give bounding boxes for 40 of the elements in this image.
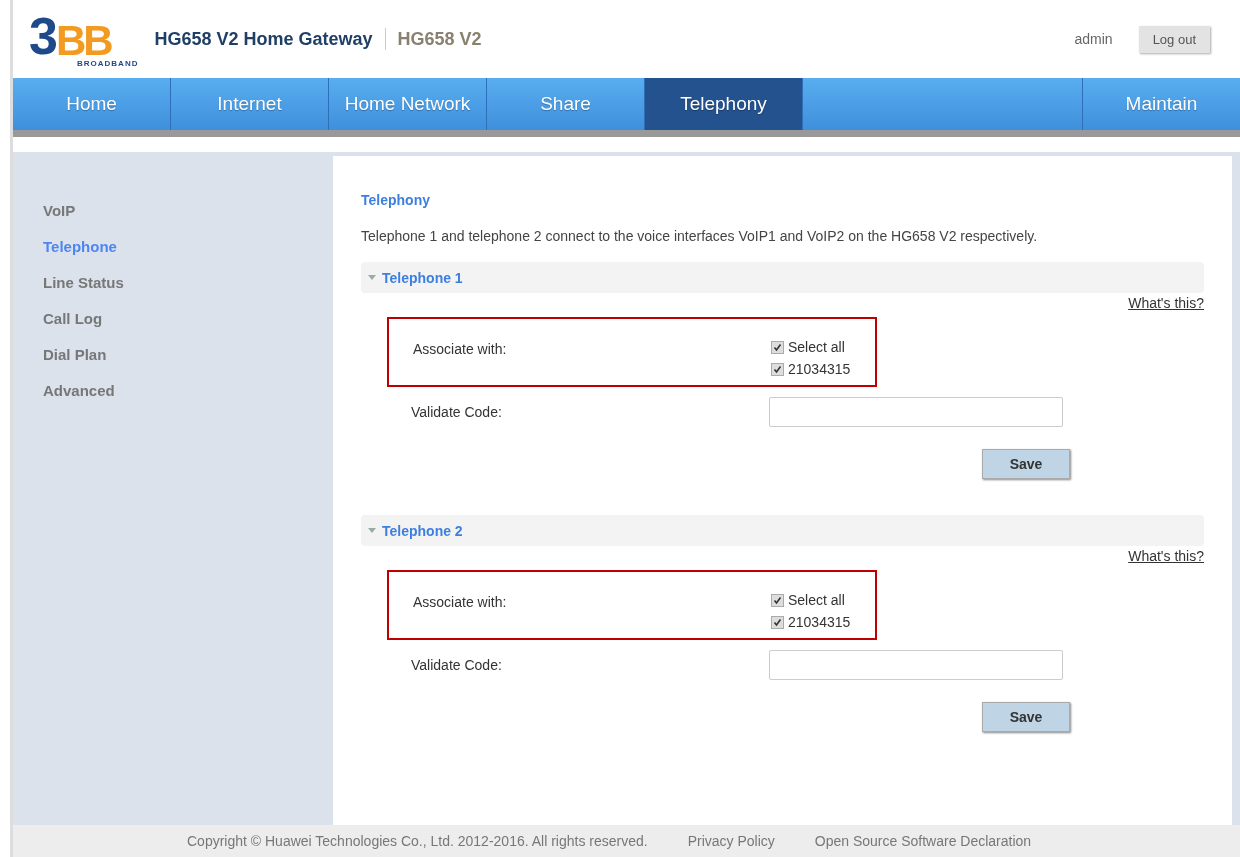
logout-button[interactable]: Log out (1138, 25, 1210, 53)
help-link[interactable]: What's this? (1128, 295, 1204, 311)
sidebar-item[interactable]: VoIP (43, 202, 76, 219)
field-label: Validate Code: (411, 404, 503, 420)
checkbox-label: 21034315 (788, 361, 851, 377)
checkbox[interactable] (771, 340, 784, 354)
footer-link[interactable]: Open Source Software Declaration (814, 833, 1032, 849)
section-header[interactable]: Telephone 1 (361, 262, 1204, 293)
page-heading: Telephony (361, 192, 431, 208)
sidebar-item[interactable]: Advanced (43, 382, 115, 399)
footer-link[interactable]: Privacy Policy (687, 833, 775, 849)
help-link[interactable]: What's this? (1128, 548, 1204, 564)
sidebar-item[interactable]: Line Status (43, 274, 124, 291)
section-header[interactable]: Telephone 2 (361, 515, 1204, 546)
save-button[interactable]: Save (982, 702, 1070, 732)
field-label: Associate with: (413, 593, 508, 612)
save-button[interactable]: Save (982, 449, 1070, 479)
validate-code-field[interactable] (769, 397, 1063, 427)
checkbox[interactable] (771, 615, 784, 629)
nav-tab[interactable]: Maintain (1082, 78, 1240, 130)
checkbox-label: 21034315 (788, 614, 851, 630)
validate-code-field[interactable] (769, 650, 1063, 680)
nav-tab[interactable]: Home (13, 78, 171, 130)
nav-tab[interactable]: Telephony (645, 78, 803, 130)
description: Telephone 1 and telephone 2 connect to the voice interfaces VoIP1 and VoIP2 on the HG658 V2 respectively. (361, 228, 1039, 244)
nav-tab[interactable]: Home Network (329, 78, 487, 130)
sidebar-item[interactable]: Telephone (43, 238, 117, 255)
field-label: Validate Code: (411, 657, 503, 673)
sidebar-item[interactable]: Dial Plan (43, 346, 107, 363)
username: admin (1074, 31, 1113, 47)
nav-tab[interactable]: Internet (171, 78, 329, 130)
model-name: HG658 V2 (397, 28, 482, 50)
sidebar-item[interactable]: Call Log (43, 310, 103, 327)
product-title: HG658 V2 Home Gateway (154, 28, 373, 50)
checkbox-label: Select all (788, 592, 845, 608)
copyright-text: Copyright © Huawei Technologies Co., Ltd. 2012-2016. All rights reserved. (187, 833, 648, 849)
checkbox[interactable] (771, 593, 784, 607)
checkbox-label: Select all (788, 339, 845, 355)
field-label: Associate with: (413, 340, 508, 359)
checkbox[interactable] (771, 362, 784, 376)
